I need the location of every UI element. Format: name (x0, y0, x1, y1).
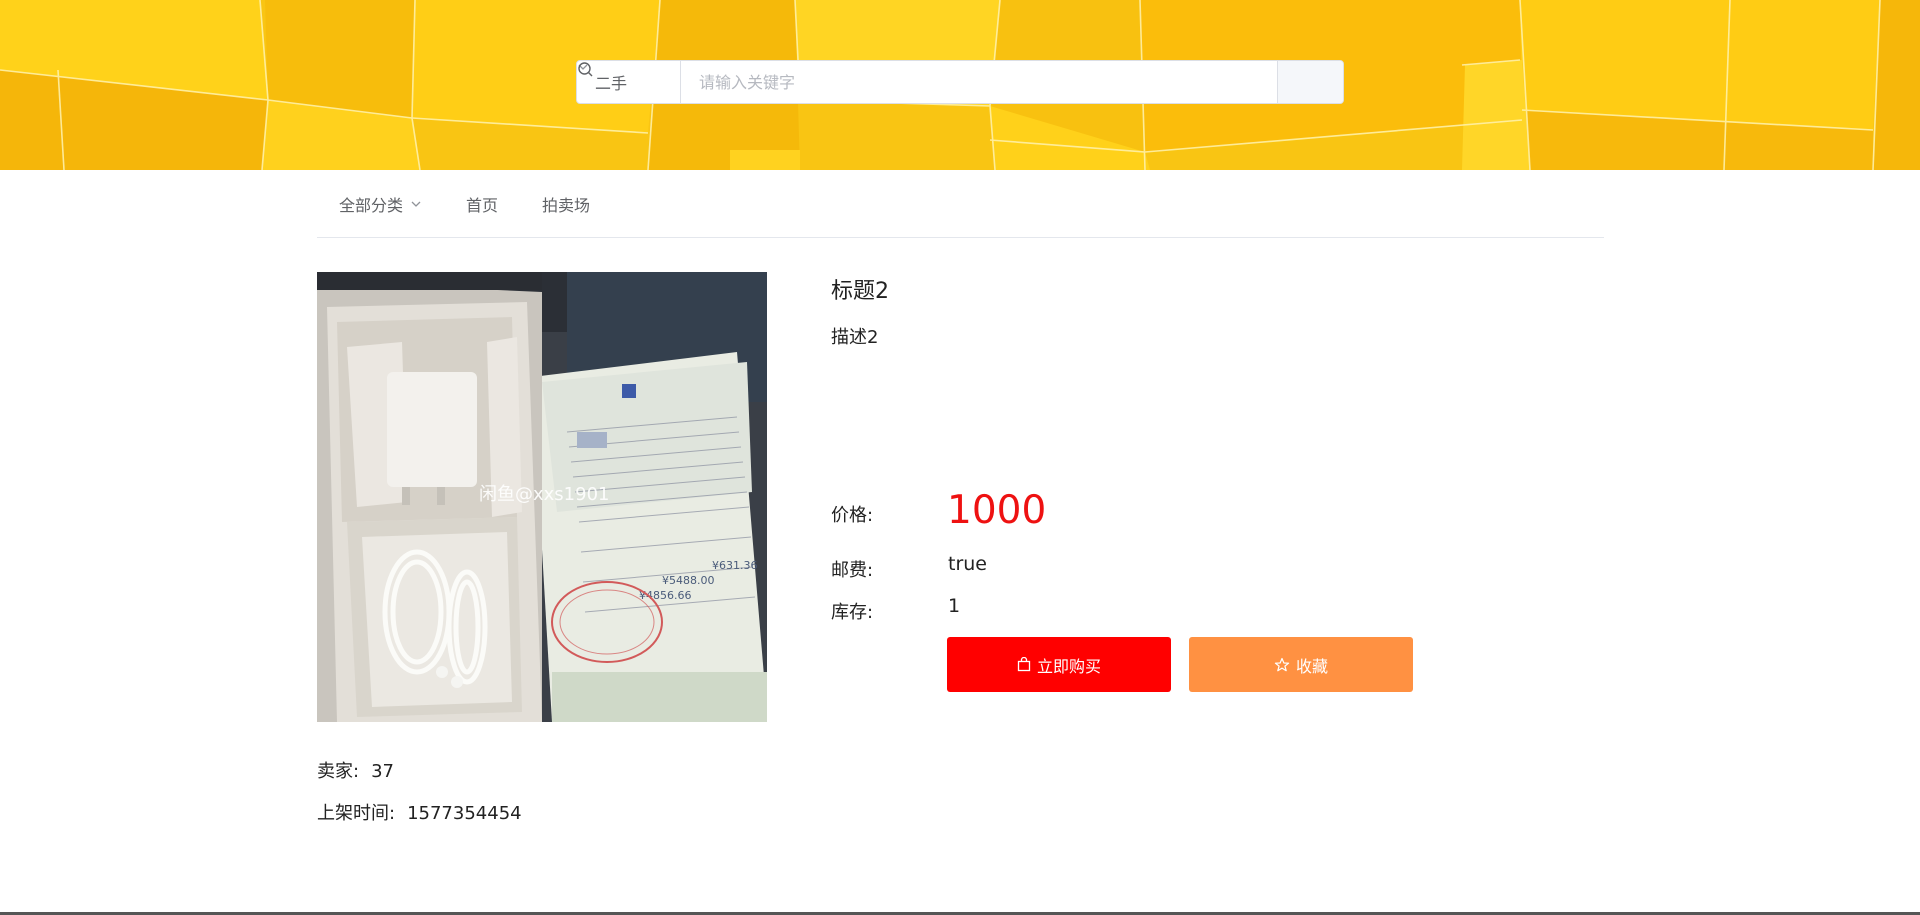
price-value: 1000 (947, 488, 1047, 533)
shipping-value: true (948, 553, 987, 575)
star-icon (1274, 657, 1290, 671)
search-category-value: 二手 (595, 74, 628, 93)
seller-value: 37 (371, 761, 394, 782)
nav-home-label: 首页 (466, 195, 499, 215)
svg-text:¥5488.00: ¥5488.00 (662, 574, 715, 587)
buy-now-label: 立即购买 (1036, 656, 1101, 676)
listed-time-info: 上架时间: 1577354454 (317, 799, 522, 825)
nav-auction-label: 拍卖场 (542, 195, 591, 215)
nav-all-categories[interactable]: 全部分类 (339, 192, 422, 216)
search-icon (578, 62, 593, 77)
product-photo: ¥4856.66 ¥631.36 ¥5488.00 闲鱼@xxs1901 (317, 272, 767, 722)
seller-label: 卖家: (317, 761, 360, 782)
image-watermark: 闲鱼@xxs1901 (479, 484, 610, 505)
nav-auction[interactable]: 拍卖场 (542, 192, 590, 216)
favorite-label: 收藏 (1295, 656, 1328, 676)
product-image: ¥4856.66 ¥631.36 ¥5488.00 闲鱼@xxs1901 (317, 272, 767, 722)
price-label: 价格: (831, 505, 874, 526)
product-title: 标题2 (831, 279, 889, 304)
chevron-down-icon (411, 201, 421, 207)
shipping-label: 邮费: (831, 560, 874, 581)
header-banner: 二手 (0, 0, 1920, 170)
product-description: 描述2 (831, 327, 879, 348)
stock-value: 1 (948, 595, 961, 617)
search-button[interactable] (578, 61, 1343, 103)
buy-now-button[interactable]: 立即购买 (947, 637, 1171, 692)
search-input[interactable] (681, 61, 1277, 103)
listed-time-value: 1577354454 (407, 803, 522, 824)
listed-time-label: 上架时间: (317, 803, 396, 824)
search-bar: 二手 (576, 60, 1344, 104)
bag-icon (1017, 657, 1031, 672)
main-nav: 全部分类 首页 拍卖场 (317, 170, 1604, 238)
nav-home[interactable]: 首页 (466, 192, 498, 216)
stock-label: 库存: (831, 602, 874, 623)
seller-info: 卖家: 37 (317, 757, 394, 783)
svg-text:¥631.36: ¥631.36 (712, 559, 758, 572)
favorite-button[interactable]: 收藏 (1189, 637, 1413, 692)
nav-all-categories-label: 全部分类 (339, 195, 404, 215)
